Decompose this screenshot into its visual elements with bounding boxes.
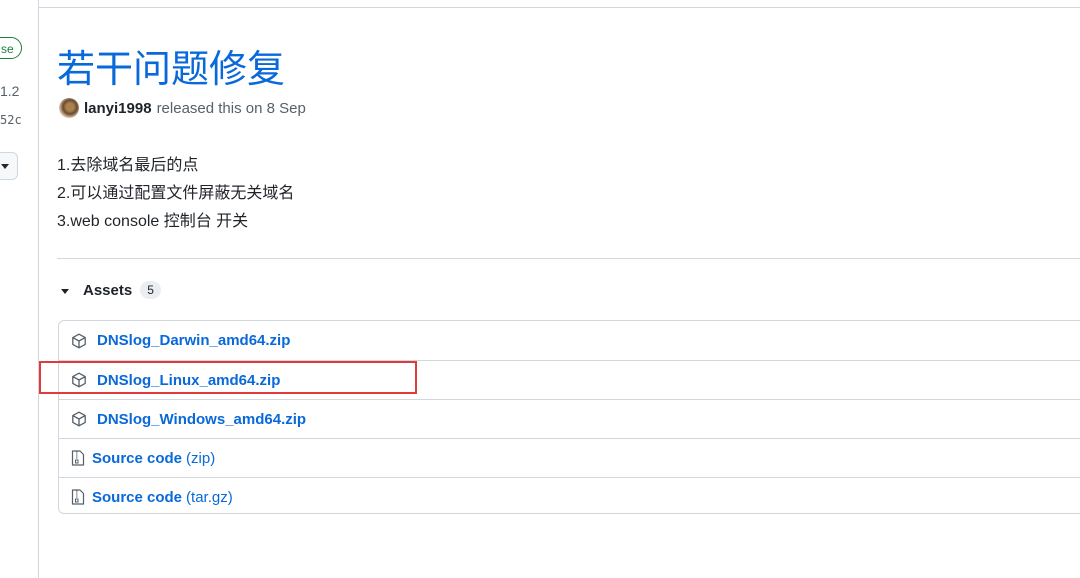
package-icon xyxy=(72,411,86,427)
assets-label: Assets xyxy=(83,281,133,299)
asset-row: Source code (tar.gz) xyxy=(59,477,1080,516)
asset-row: DNSlog_Darwin_amd64.zip xyxy=(59,321,1080,360)
asset-row: Source code (zip) xyxy=(59,438,1080,477)
source-code-format[interactable]: (tar.gz) xyxy=(186,489,233,506)
avatar[interactable] xyxy=(59,98,79,118)
asset-link-darwin[interactable]: DNSlog_Darwin_amd64.zip xyxy=(97,332,290,349)
asset-row: DNSlog_Windows_amd64.zip xyxy=(59,399,1080,438)
sidebar-divider xyxy=(38,0,39,578)
release-notes: 1.去除域名最后的点 2.可以通过配置文件屏蔽无关域名 3.web consol… xyxy=(57,152,294,236)
assets-toggle[interactable]: Assets 5 xyxy=(61,281,161,299)
file-zip-icon xyxy=(71,450,85,466)
file-zip-icon xyxy=(71,489,85,505)
source-code-zip-link[interactable]: Source code xyxy=(92,450,182,467)
release-note-line: 2.可以通过配置文件屏蔽无关域名 xyxy=(57,185,295,202)
triangle-down-icon xyxy=(61,288,69,294)
release-note-line: 1.去除域名最后的点 xyxy=(57,157,199,174)
asset-row: DNSlog_Linux_amd64.zip xyxy=(59,360,1080,399)
section-divider xyxy=(57,258,1080,259)
latest-release-badge: se xyxy=(0,37,22,59)
chevron-down-icon xyxy=(1,164,9,169)
top-divider xyxy=(39,7,1080,8)
author-link[interactable]: lanyi1998 xyxy=(84,100,152,117)
release-note-line: 3.web console 控制台 开关 xyxy=(57,213,249,230)
tag-label[interactable]: 1.2 xyxy=(0,83,19,99)
commit-hash[interactable]: 52c xyxy=(0,113,22,127)
released-text: released this on 8 Sep xyxy=(156,99,306,117)
source-code-targz-link[interactable]: Source code xyxy=(92,489,182,506)
compare-dropdown[interactable] xyxy=(0,152,18,180)
assets-count-badge: 5 xyxy=(140,281,161,299)
package-icon xyxy=(72,372,86,388)
release-meta: lanyi1998 released this on 8 Sep xyxy=(59,97,306,119)
asset-link-linux[interactable]: DNSlog_Linux_amd64.zip xyxy=(97,372,280,389)
source-code-format[interactable]: (zip) xyxy=(186,450,215,467)
assets-list: DNSlog_Darwin_amd64.zip DNSlog_Linux_amd… xyxy=(58,320,1080,514)
asset-link-windows[interactable]: DNSlog_Windows_amd64.zip xyxy=(97,411,306,428)
release-title[interactable]: 若干问题修复 xyxy=(57,38,285,93)
package-icon xyxy=(72,333,86,348)
